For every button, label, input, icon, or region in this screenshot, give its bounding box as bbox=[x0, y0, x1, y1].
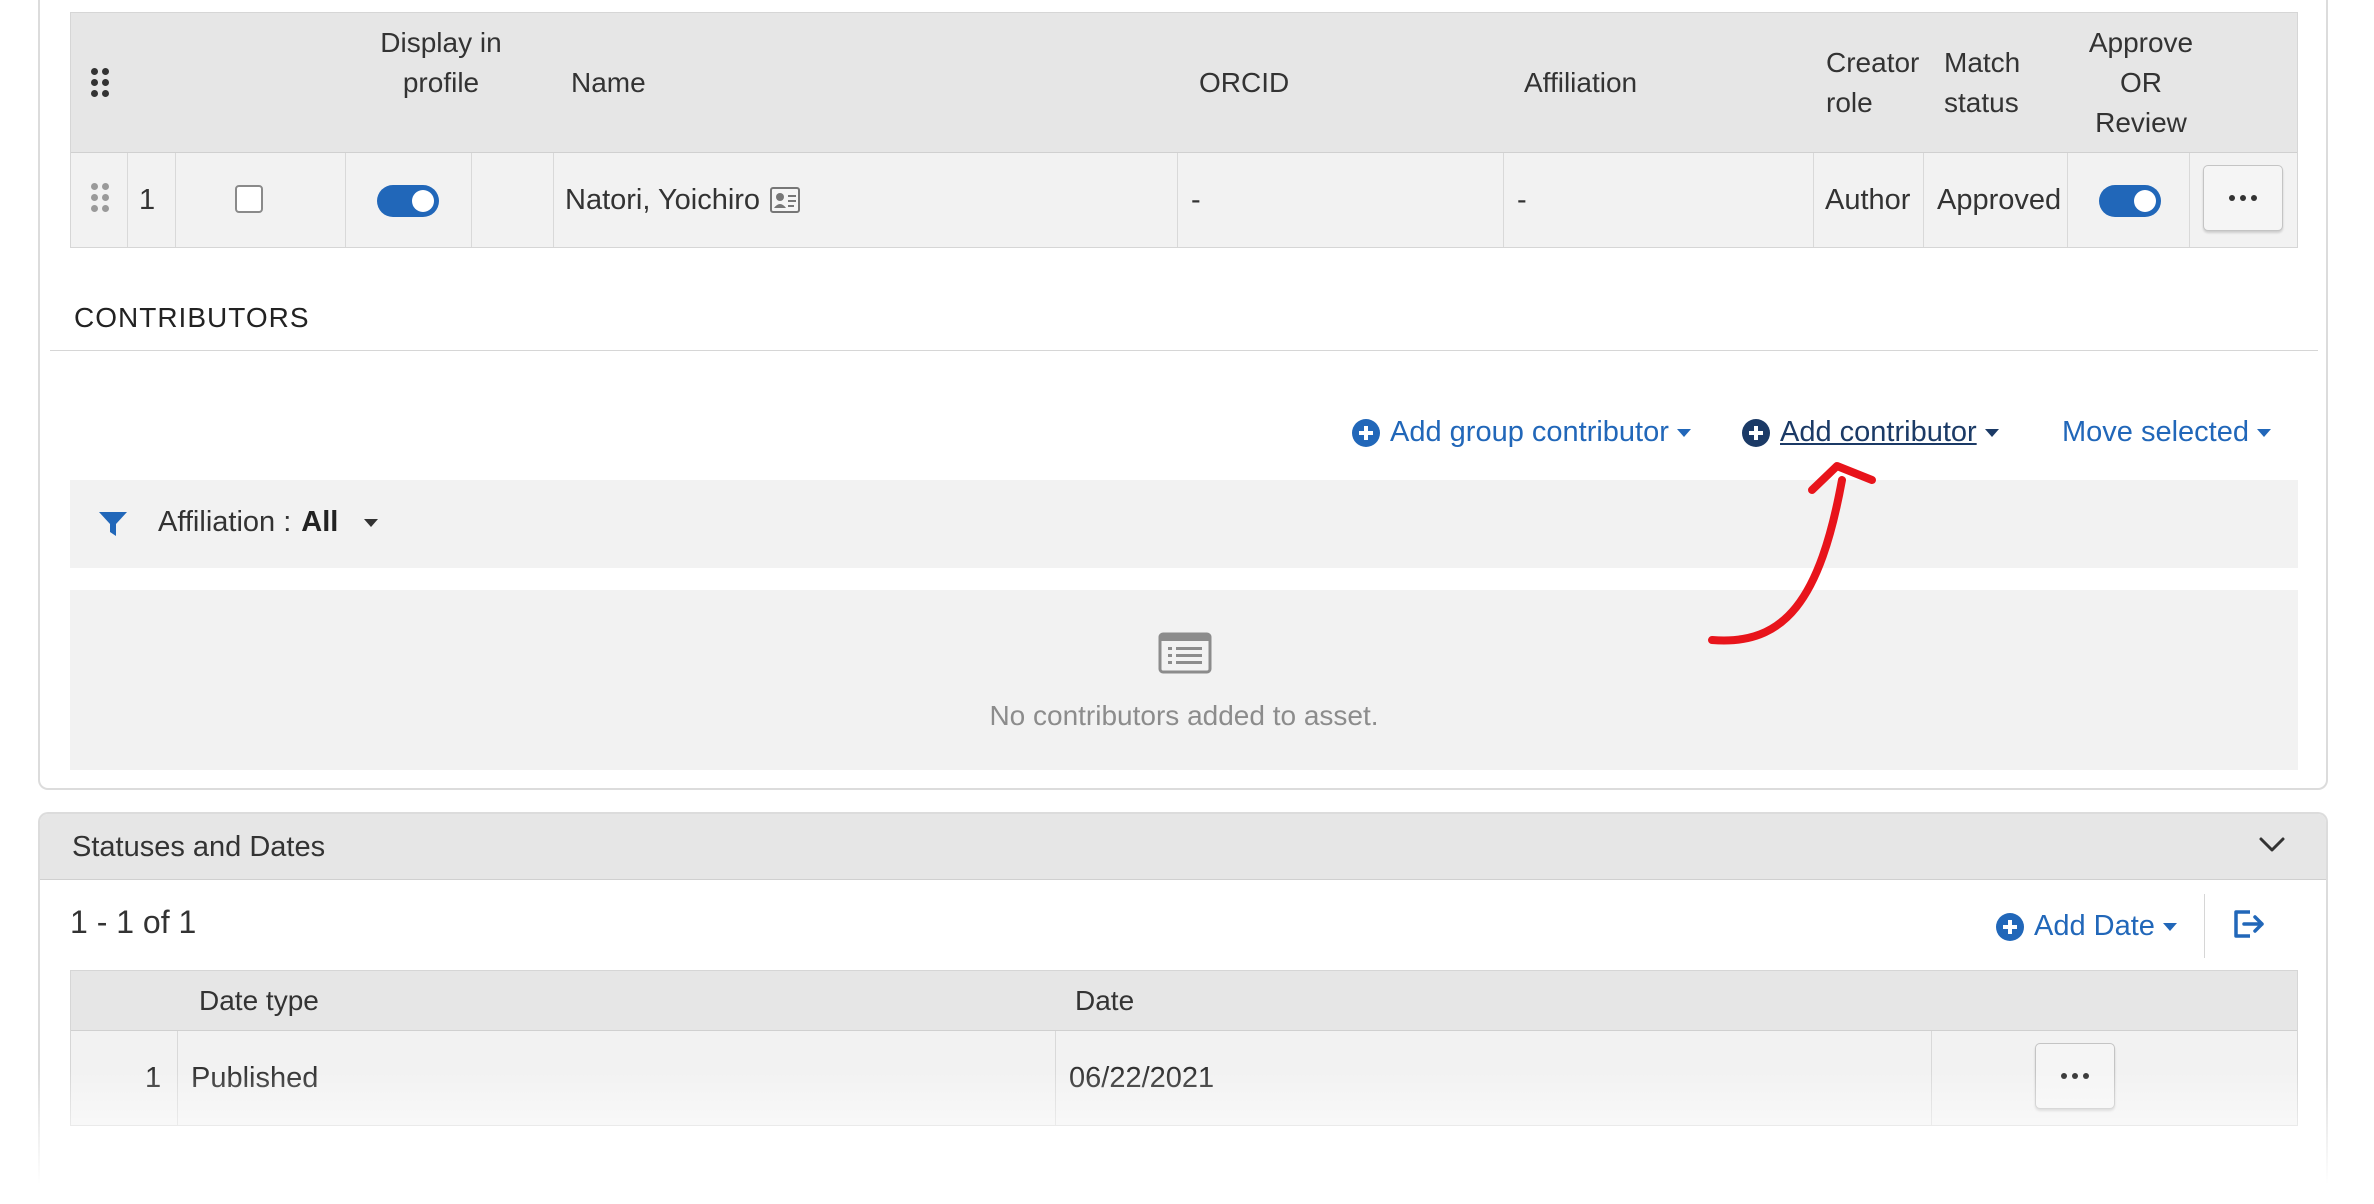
filter-icon[interactable] bbox=[98, 510, 128, 538]
affiliation-filter[interactable]: Affiliation : All bbox=[158, 506, 379, 539]
caret-down-icon bbox=[364, 518, 379, 527]
panel-title: Statuses and Dates bbox=[72, 831, 326, 863]
approve-toggle[interactable] bbox=[2099, 185, 2161, 217]
drag-handle-icon[interactable] bbox=[91, 68, 109, 97]
row-more-button[interactable] bbox=[2203, 165, 2283, 231]
filter-value: All bbox=[301, 506, 339, 538]
col-date[interactable]: Date bbox=[1075, 985, 1134, 1017]
col-date-type[interactable]: Date type bbox=[199, 985, 319, 1017]
record-count: 1 - 1 of 1 bbox=[70, 904, 197, 940]
display-in-profile-toggle[interactable] bbox=[377, 185, 439, 217]
orcid-cell: - bbox=[1191, 184, 1201, 216]
col-match-status[interactable]: Match status bbox=[1944, 43, 2034, 123]
creator-name-link[interactable]: Natori, Yoichiro bbox=[565, 153, 760, 247]
row-select-checkbox[interactable] bbox=[235, 185, 263, 213]
add-contributor-button[interactable]: Add contributor bbox=[1742, 416, 1999, 449]
col-affiliation[interactable]: Affiliation bbox=[1524, 63, 1637, 103]
chevron-down-icon[interactable] bbox=[2258, 836, 2286, 854]
creators-table: Display in profile Name ORCID Affiliatio… bbox=[70, 12, 2298, 248]
col-creator-role[interactable]: Creator role bbox=[1826, 43, 1926, 123]
col-display-in-profile[interactable]: Display in profile bbox=[351, 23, 531, 103]
creator-name-cell: Natori, Yoichiro bbox=[565, 153, 801, 247]
add-date-button[interactable]: Add Date bbox=[1996, 910, 2177, 943]
plus-circle-icon bbox=[1742, 418, 1770, 447]
dates-table-header: Date type Date bbox=[71, 971, 2297, 1031]
export-icon[interactable] bbox=[2232, 908, 2266, 940]
bottom-fade bbox=[0, 1070, 2374, 1204]
creators-table-header: Display in profile Name ORCID Affiliatio… bbox=[71, 13, 2297, 153]
add-group-contributor-button[interactable]: Add group contributor bbox=[1352, 416, 1691, 449]
caret-down-icon bbox=[1676, 428, 1691, 437]
statuses-and-dates-header[interactable]: Statuses and Dates bbox=[40, 814, 2326, 880]
table-row: 1 Natori, Yoichiro - - Author Approved bbox=[71, 153, 2297, 247]
caret-down-icon bbox=[2257, 428, 2271, 437]
contact-card-icon[interactable] bbox=[770, 187, 801, 213]
filter-label: Affiliation : bbox=[158, 506, 292, 538]
contributors-section-title: CONTRIBUTORS bbox=[74, 302, 310, 333]
caret-down-icon bbox=[1984, 428, 1999, 437]
col-orcid[interactable]: ORCID bbox=[1199, 63, 1289, 103]
list-icon bbox=[1158, 632, 1212, 674]
plus-circle-icon bbox=[1352, 418, 1380, 447]
filter-bar: Affiliation : All bbox=[70, 480, 2298, 568]
caret-down-icon bbox=[2162, 922, 2177, 931]
toolbar-divider bbox=[2204, 894, 2205, 958]
affiliation-cell: - bbox=[1517, 184, 1527, 216]
annotation-arrow bbox=[1708, 462, 1876, 645]
move-selected-button[interactable]: Move selected bbox=[2062, 416, 2271, 449]
creator-role-cell: Author bbox=[1825, 184, 1911, 216]
more-icon bbox=[2229, 195, 2257, 201]
col-name[interactable]: Name bbox=[571, 63, 646, 103]
match-status-cell: Approved bbox=[1937, 184, 2062, 216]
plus-circle-icon bbox=[1996, 912, 2024, 941]
row-drag-handle-icon[interactable] bbox=[91, 183, 109, 212]
contributors-empty-state: No contributors added to asset. bbox=[70, 590, 2298, 770]
empty-message: No contributors added to asset. bbox=[989, 700, 1379, 731]
col-approve-or-review[interactable]: Approve OR Review bbox=[2071, 23, 2211, 143]
section-divider bbox=[50, 350, 2318, 351]
row-index: 1 bbox=[139, 184, 156, 216]
